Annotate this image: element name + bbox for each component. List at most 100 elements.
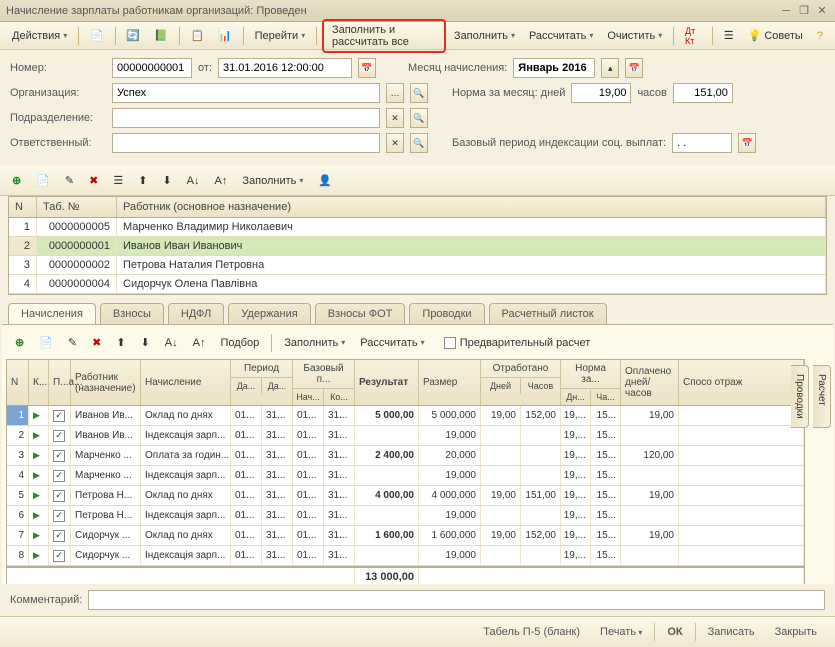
copy-row-icon[interactable]: 📄 xyxy=(30,170,56,191)
detail-fill-menu[interactable]: Заполнить xyxy=(278,333,351,353)
number-input[interactable] xyxy=(112,58,192,78)
dept-open-icon[interactable]: 🔍 xyxy=(410,108,428,128)
dept-clear-icon[interactable]: ✕ xyxy=(386,108,404,128)
ok-button[interactable]: ОК xyxy=(654,623,695,641)
tab-contrib[interactable]: Взносы xyxy=(100,303,164,324)
minimize-icon[interactable]: ─ xyxy=(779,4,793,18)
dept-input[interactable] xyxy=(112,108,380,128)
tab-ndfl[interactable]: НДФЛ xyxy=(168,303,224,324)
base-period-input[interactable] xyxy=(672,133,732,153)
base-period-calendar-icon[interactable]: 📅 xyxy=(738,133,756,153)
user-icon[interactable]: 👤 xyxy=(312,170,338,191)
dcol-n[interactable]: N xyxy=(7,360,28,405)
detail-edit-icon[interactable]: ✎ xyxy=(62,332,83,353)
detail-add-icon[interactable]: ⊕ xyxy=(9,332,30,353)
table-row[interactable]: 4▶✓Марченко ...Індексація зарп...01...31… xyxy=(7,466,804,486)
resp-clear-icon[interactable]: ✕ xyxy=(386,133,404,153)
table-row[interactable]: 8▶✓Сидорчук ...Індексація зарп...01...31… xyxy=(7,546,804,566)
month-up-icon[interactable]: ▴ xyxy=(601,58,619,78)
tab-post[interactable]: Проводки xyxy=(409,303,484,324)
detail-delete-icon[interactable]: ✖ xyxy=(86,332,107,353)
fill-menu[interactable]: Заполнить xyxy=(448,26,521,46)
add-row-icon[interactable]: ⊕ xyxy=(6,170,27,191)
dcol-way[interactable]: Спосо отраж xyxy=(679,360,803,405)
detail-sort-desc-icon[interactable]: A↑ xyxy=(187,333,212,353)
table-row[interactable]: 5▶✓Петрова Н...Оклад по днях01...31...01… xyxy=(7,486,804,506)
refresh-icon[interactable]: 🔄 xyxy=(120,25,146,46)
struct-icon[interactable]: ☰ xyxy=(718,25,740,46)
dcol-worked[interactable]: Отработано xyxy=(481,360,560,378)
col-emp[interactable]: Работник (основное назначение) xyxy=(117,197,826,217)
table-row[interactable]: 30000000002Петрова Наталия Петровна xyxy=(9,256,826,275)
table-row[interactable]: 10000000005Марченко Владимир Николаевич xyxy=(9,218,826,237)
norm-hours-input[interactable] xyxy=(673,83,733,103)
print-menu[interactable]: Печать xyxy=(592,623,650,641)
close-icon[interactable]: ✕ xyxy=(815,4,829,18)
dcol-paid[interactable]: Оплачено дней/часов xyxy=(621,360,678,405)
fill-employees-menu[interactable]: Заполнить xyxy=(236,171,309,191)
move-down-icon[interactable]: ⬇ xyxy=(156,170,177,191)
close-button[interactable]: Закрыть xyxy=(767,623,825,641)
list-icon[interactable]: ☰ xyxy=(107,170,129,191)
detail-down-icon[interactable]: ⬇ xyxy=(135,332,156,353)
save-button[interactable]: Записать xyxy=(700,623,763,641)
detail-calc-menu[interactable]: Рассчитать xyxy=(354,333,430,353)
post-icon[interactable]: 📗 xyxy=(148,25,174,46)
norm-days-input[interactable] xyxy=(571,83,631,103)
dk-icon[interactable]: Дт Кт xyxy=(679,22,707,50)
month-input[interactable] xyxy=(513,58,595,78)
table-row[interactable]: 3▶✓Марченко ...Оплата за годин...01...31… xyxy=(7,446,804,466)
doc-icon[interactable]: 📋 xyxy=(184,25,210,46)
org-select-icon[interactable]: … xyxy=(386,83,404,103)
prelim-checkbox[interactable]: Предварительный расчет xyxy=(444,337,591,349)
save-icon[interactable]: 📄 xyxy=(84,25,110,46)
table-row[interactable]: 6▶✓Петрова Н...Індексація зарп...01...31… xyxy=(7,506,804,526)
tab-accruals[interactable]: Начисления xyxy=(8,303,96,324)
sort-desc-icon[interactable]: A↑ xyxy=(209,171,234,191)
goto-menu[interactable]: Перейти xyxy=(249,26,312,46)
tabel-link[interactable]: Табель П-5 (бланк) xyxy=(475,623,588,641)
fill-calc-all-button[interactable]: Заполнить и рассчитать все xyxy=(322,19,446,53)
help-icon[interactable]: ? xyxy=(811,26,829,46)
tab-fot[interactable]: Взносы ФОТ xyxy=(315,303,406,324)
table-row[interactable]: 40000000004Сидорчук Олена Павлівна xyxy=(9,275,826,294)
move-up-icon[interactable]: ⬆ xyxy=(132,170,153,191)
calendar-icon[interactable]: 📅 xyxy=(358,58,376,78)
edit-row-icon[interactable]: ✎ xyxy=(59,170,80,191)
resp-input[interactable] xyxy=(112,133,380,153)
side-tab-calc[interactable]: Расчет xyxy=(813,365,831,428)
detail-sort-asc-icon[interactable]: A↓ xyxy=(159,333,184,353)
dcol-period[interactable]: Период xyxy=(231,360,292,378)
date-input[interactable] xyxy=(218,58,352,78)
dcol-base[interactable]: Базовый п... xyxy=(293,360,354,389)
resp-open-icon[interactable]: 🔍 xyxy=(410,133,428,153)
dcol-k[interactable]: К... xyxy=(29,360,48,405)
org-open-icon[interactable]: 🔍 xyxy=(410,83,428,103)
table-row[interactable]: 20000000001Иванов Иван Иванович xyxy=(9,237,826,256)
sort-asc-icon[interactable]: A↓ xyxy=(181,171,206,191)
calc-menu[interactable]: Рассчитать xyxy=(523,26,599,46)
detail-copy-icon[interactable]: 📄 xyxy=(33,332,59,353)
tab-slip[interactable]: Расчетный листок xyxy=(489,303,607,324)
table-row[interactable]: 2▶✓Иванов Ив...Індексація зарп...01...31… xyxy=(7,426,804,446)
clear-menu[interactable]: Очистить xyxy=(601,26,668,46)
table-row[interactable]: 1▶✓Иванов Ив...Оклад по днях01...31...01… xyxy=(7,406,804,426)
col-n[interactable]: N xyxy=(9,197,37,217)
tab-deduct[interactable]: Удержания xyxy=(228,303,310,324)
delete-row-icon[interactable]: ✖ xyxy=(83,170,104,191)
report-icon[interactable]: 📊 xyxy=(212,25,238,46)
col-tab[interactable]: Таб. № xyxy=(37,197,117,217)
actions-menu[interactable]: Действия xyxy=(6,26,73,46)
dcol-emp[interactable]: Работник (назначение) xyxy=(71,360,140,405)
pick-button[interactable]: Подбор xyxy=(214,333,265,353)
org-input[interactable] xyxy=(112,83,380,103)
dcol-accr[interactable]: Начисление xyxy=(141,360,230,405)
dcol-norm[interactable]: Норма за... xyxy=(561,360,620,389)
side-tab-post[interactable]: Проводки xyxy=(791,365,809,428)
month-calendar-icon[interactable]: 📅 xyxy=(625,58,643,78)
tips-button[interactable]: 💡Советы xyxy=(742,25,809,46)
detail-up-icon[interactable]: ⬆ xyxy=(110,332,131,353)
dcol-p[interactable]: П...а... xyxy=(49,360,70,405)
comment-input[interactable] xyxy=(88,590,825,610)
dcol-size[interactable]: Размер xyxy=(419,360,480,405)
